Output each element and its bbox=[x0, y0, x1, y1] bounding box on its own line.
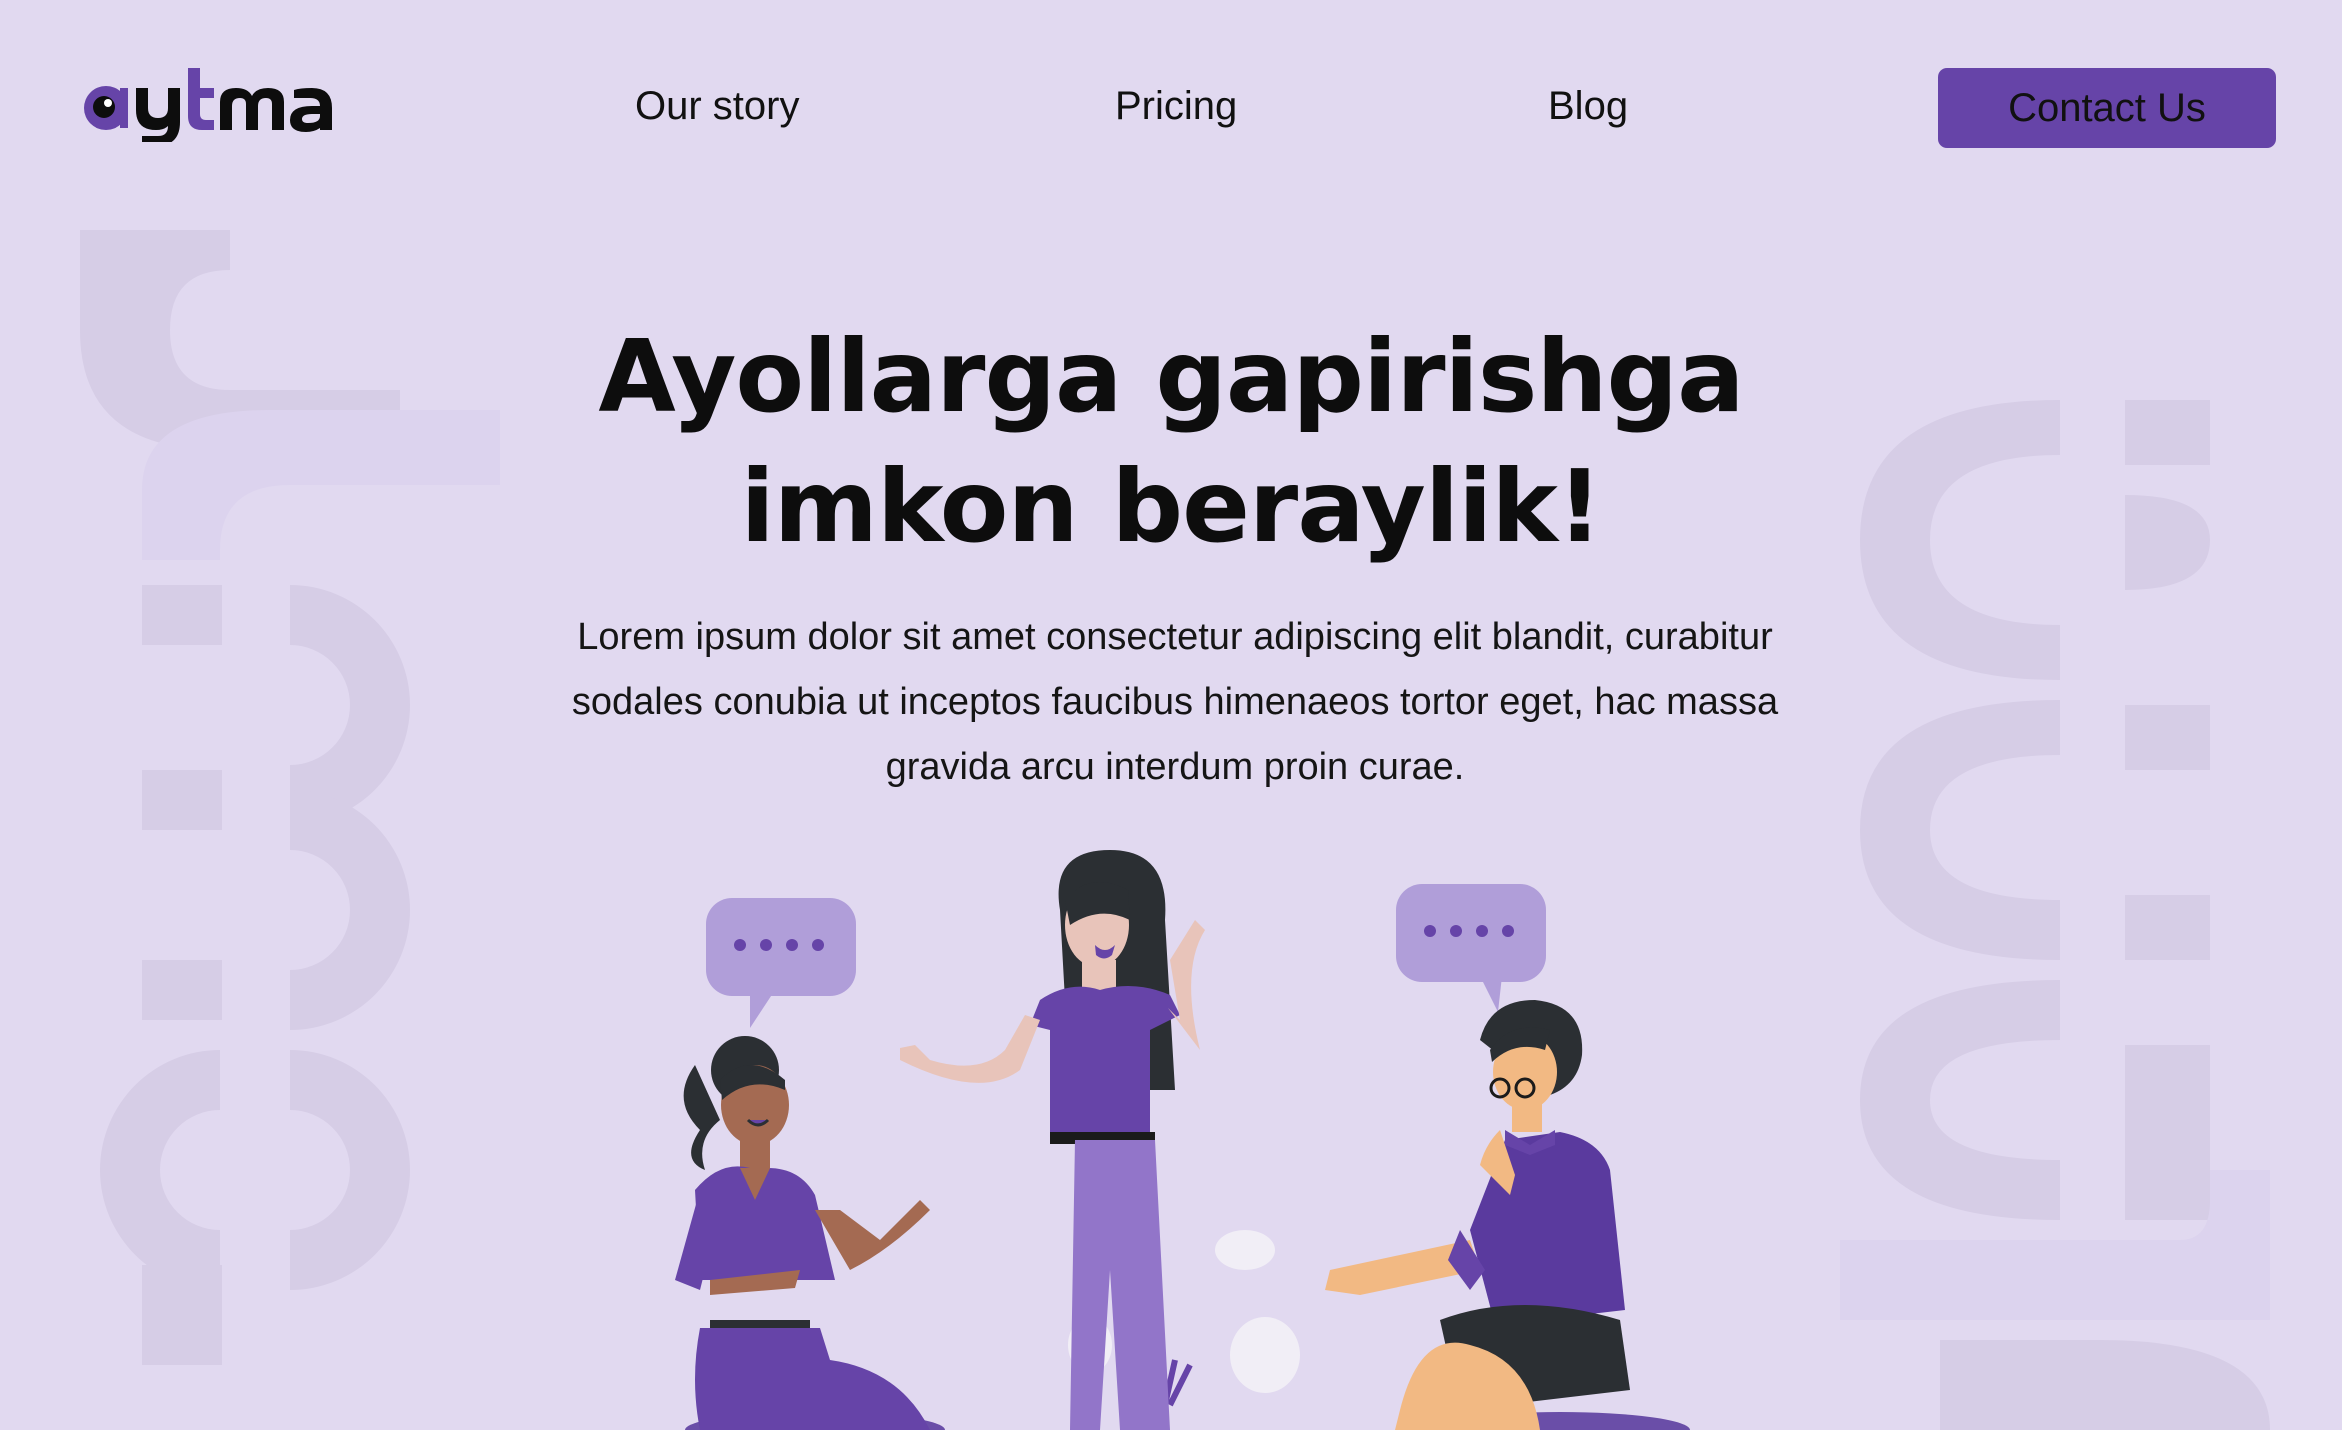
woman-left-figure bbox=[675, 1036, 930, 1430]
speech-bubble-right-icon bbox=[1396, 884, 1546, 1012]
contact-us-button[interactable]: Contact Us bbox=[1938, 68, 2276, 148]
aytma-logo[interactable]: aytma bbox=[74, 62, 334, 142]
woman-middle-figure bbox=[900, 850, 1205, 1430]
nav-link-pricing[interactable]: Pricing bbox=[1115, 84, 1237, 129]
nav-link-our-story[interactable]: Our story bbox=[635, 84, 799, 129]
hero-title-line-2: imkon beraylik! bbox=[740, 448, 1603, 565]
landing-page: aytma Our story Pricing Blog Contact Us … bbox=[0, 0, 2342, 1430]
hero-title: Ayollarga gapirishga imkon beraylik! bbox=[0, 312, 2342, 572]
hero-title-line-1: Ayollarga gapirishga bbox=[598, 318, 1744, 435]
women-talking-illustration bbox=[675, 850, 1690, 1430]
woman-right-figure bbox=[1325, 1000, 1630, 1430]
nav-link-blog[interactable]: Blog bbox=[1548, 84, 1628, 129]
speech-bubble-left-icon bbox=[706, 898, 856, 1028]
hero-subtitle: Lorem ipsum dolor sit amet consectetur a… bbox=[571, 616, 1779, 788]
